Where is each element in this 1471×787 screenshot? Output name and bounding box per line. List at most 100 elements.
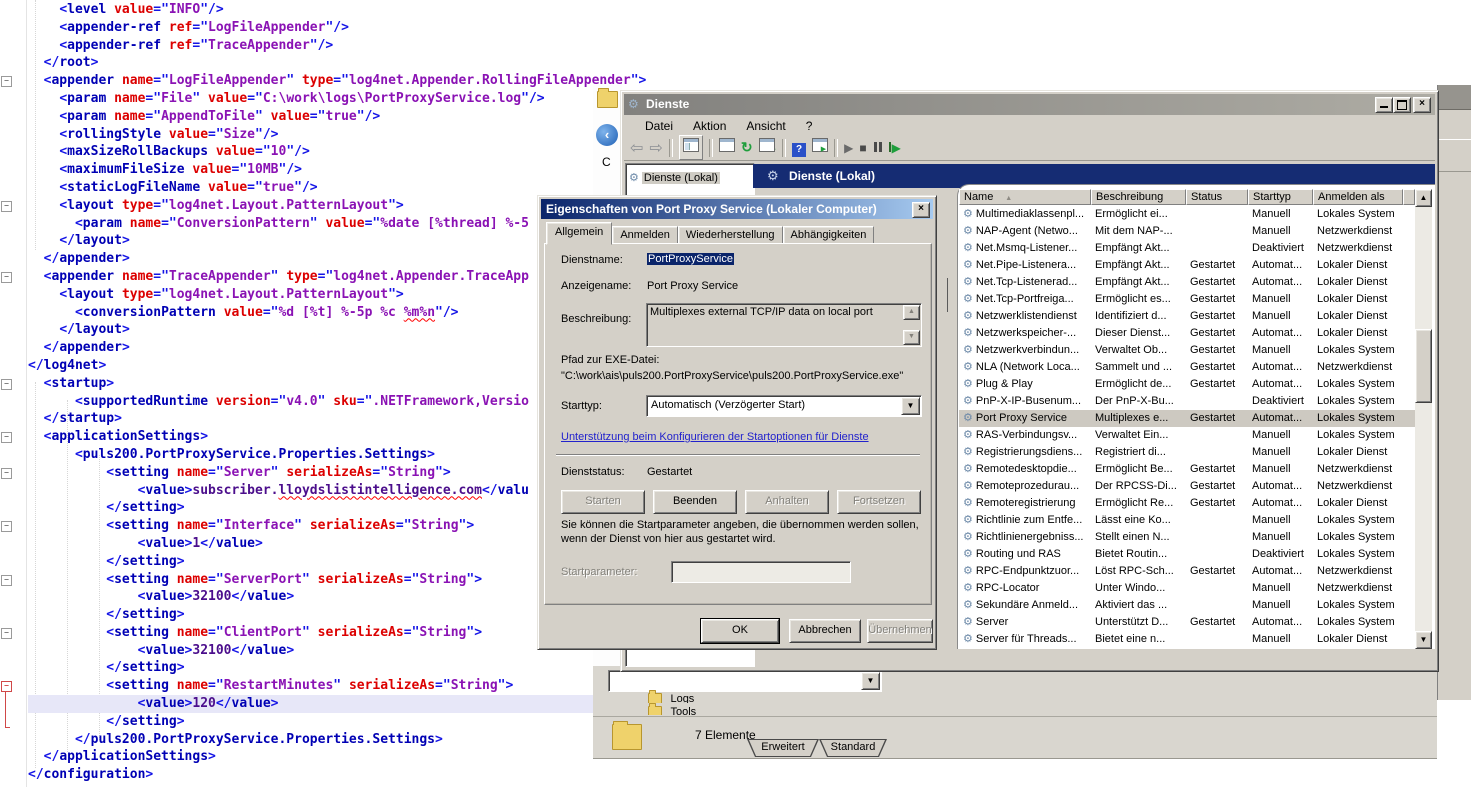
fold-marker-icon[interactable]: − [1, 432, 12, 443]
dialog-tab-wiederherstellung[interactable]: Wiederherstellung [678, 226, 783, 244]
folder-list-item[interactable]: Tools [648, 703, 768, 715]
ok-button[interactable]: OK [701, 619, 779, 643]
services-table[interactable]: ⚙Multimediaklassenpl...Ermöglicht ei...M… [959, 206, 1415, 648]
restart-service-icon[interactable]: ▶ [889, 139, 901, 157]
code-line[interactable]: <maxSizeRollBackups value="10"/> [28, 143, 646, 161]
scroll-down-icon[interactable]: ▼ [1415, 631, 1432, 649]
pause-service-icon[interactable] [873, 139, 883, 157]
service-row[interactable]: ⚙Richtlinie zum Entfe...Lässt eine Ko...… [959, 512, 1415, 529]
console-tree-icon[interactable] [679, 135, 703, 160]
service-row[interactable]: ⚙RPC-LocatorUnter Windo...ManuellNetzwer… [959, 580, 1415, 597]
dialog-tab-allgemein[interactable]: Allgemein [546, 222, 612, 245]
code-line[interactable]: <level value="INFO"/> [28, 1, 646, 19]
beenden-button[interactable]: Beenden [653, 490, 737, 514]
services-table-header[interactable]: Name ▲BeschreibungStatusStarttypAnmelden… [959, 189, 1415, 205]
code-line[interactable]: </configuration> [28, 766, 646, 784]
combo-dropdown-icon[interactable]: ▼ [861, 672, 880, 690]
service-row[interactable]: ⚙Net.Tcp-Portfreiga...Ermöglicht es...Ge… [959, 291, 1415, 308]
close-icon[interactable]: × [1413, 97, 1431, 113]
services-titlebar[interactable]: ⚙ Dienste × [624, 94, 1435, 115]
scrollbar-thumb[interactable] [1415, 329, 1432, 403]
services-scrollbar[interactable]: ▲ ▼ [1415, 189, 1432, 649]
service-row[interactable]: ⚙Remoteprozedurau...Der RPCSS-Di...Gesta… [959, 478, 1415, 495]
extended-view-icon[interactable] [812, 138, 828, 157]
explorer-combobox[interactable]: ▼ [608, 670, 882, 692]
service-row[interactable]: ⚙Net.Msmq-Listener...Empfängt Akt...Deak… [959, 240, 1415, 257]
service-row[interactable]: ⚙Server für Threads...Bietet eine n...Ma… [959, 631, 1415, 648]
service-row[interactable]: ⚙Net.Pipe-Listenera...Empfängt Akt...Ges… [959, 257, 1415, 274]
scroll-up-icon[interactable]: ▲ [903, 305, 920, 320]
code-line[interactable]: <setting name="RestartMinutes" serialize… [28, 677, 646, 695]
fold-marker-icon[interactable]: − [1, 201, 12, 212]
dialog-tab-anmelden[interactable]: Anmelden [612, 226, 678, 244]
dialog-tab-abhngigkeiten[interactable]: Abhängigkeiten [783, 226, 875, 244]
export-list-icon[interactable]: ➜ [759, 138, 777, 157]
service-row[interactable]: ⚙Netzwerkspeicher-...Dieser Dienst...Ges… [959, 325, 1415, 342]
back-icon[interactable]: ⇦ [630, 138, 643, 158]
code-line[interactable]: <value>120</value> [28, 695, 596, 713]
service-row[interactable]: ⚙Netzwerkverbindun...Verwaltet Ob...Gest… [959, 342, 1415, 359]
service-row[interactable]: ⚙RPC-Endpunktzuor...Löst RPC-Sch...Gesta… [959, 563, 1415, 580]
code-line[interactable]: <rollingStyle value="Size"/> [28, 126, 646, 144]
tree-item-dienste-lokal[interactable]: ⚙Dienste (Lokal) [629, 168, 720, 186]
code-line[interactable]: <appender-ref ref="LogFileAppender"/> [28, 19, 646, 37]
start-service-icon[interactable]: ▶ [844, 141, 853, 155]
column-header-anmeldenals[interactable]: Anmelden als [1313, 189, 1403, 205]
column-header-beschreibung[interactable]: Beschreibung [1091, 189, 1186, 205]
column-header-name[interactable]: Name ▲ [959, 189, 1091, 205]
service-row[interactable]: ⚙NLA (Network Loca...Sammelt und ...Gest… [959, 359, 1415, 376]
dialog-titlebar[interactable]: Eigenschaften von Port Proxy Service (Lo… [541, 199, 933, 219]
abbrechen-button[interactable]: Abbrechen [789, 619, 861, 643]
service-row[interactable]: ⚙Richtlinienergebniss...Stellt einen N..… [959, 529, 1415, 546]
fold-marker-icon[interactable]: − [1, 272, 12, 283]
back-button[interactable]: ‹ [596, 124, 618, 146]
service-row[interactable]: ⚙PnP-X-IP-Busenum...Der PnP-X-Bu...Deakt… [959, 393, 1415, 410]
code-line[interactable]: </puls200.PortProxyService.Properties.Se… [28, 731, 646, 749]
code-line[interactable]: </setting> [28, 713, 646, 731]
help-icon[interactable]: ? [792, 139, 806, 157]
close-icon[interactable]: × [912, 202, 930, 218]
fold-marker-icon[interactable]: − [1, 628, 12, 639]
service-row[interactable]: ⚙Sekundäre Anmeld...Aktiviert das ...Man… [959, 597, 1415, 614]
fold-marker-icon[interactable]: − [1, 575, 12, 586]
service-row[interactable]: ⚙RAS-Verbindungsv...Verwaltet Ein...Manu… [959, 427, 1415, 444]
scroll-down-icon[interactable]: ▼ [903, 330, 920, 345]
code-line[interactable]: <appender-ref ref="TraceAppender"/> [28, 37, 646, 55]
code-line[interactable]: <maximumFileSize value="10MB"/> [28, 161, 646, 179]
column-header-status[interactable]: Status [1186, 189, 1248, 205]
service-row[interactable]: ⚙ServerUnterstützt D...GestartetAutomat.… [959, 614, 1415, 631]
beschreibung-box[interactable]: Multiplexes external TCP/IP data on loca… [646, 303, 922, 347]
stop-service-icon[interactable]: ■ [859, 141, 866, 155]
menu-item-?[interactable]: ? [797, 118, 822, 134]
starttyp-combobox[interactable]: Automatisch (Verzögerter Start) ▼ [646, 395, 922, 417]
fold-marker-icon[interactable]: − [1, 76, 12, 87]
code-line[interactable]: <param name="File" value="C:\work\logs\P… [28, 90, 646, 108]
startparameter-input[interactable] [671, 561, 851, 583]
service-row[interactable]: ⚙Multimediaklassenpl...Ermöglicht ei...M… [959, 206, 1415, 223]
code-line[interactable]: <appender name="LogFileAppender" type="l… [28, 72, 646, 90]
service-row[interactable]: ⚙NAP-Agent (Netwo...Mit dem NAP-...Manue… [959, 223, 1415, 240]
refresh-icon[interactable]: ↻ [741, 139, 753, 156]
forward-icon[interactable]: ⇨ [649, 138, 662, 158]
column-header-starttyp[interactable]: Starttyp [1248, 189, 1313, 205]
service-row[interactable]: ⚙Remotedesktopdie...Ermöglicht Be...Gest… [959, 461, 1415, 478]
tab-erweitert[interactable]: Erweitert [747, 739, 819, 757]
properties-icon[interactable] [719, 138, 735, 157]
menu-item-aktion[interactable]: Aktion [684, 118, 735, 134]
tab-standard[interactable]: Standard [819, 739, 887, 757]
code-line[interactable]: </applicationSettings> [28, 748, 646, 766]
code-line[interactable]: </root> [28, 54, 646, 72]
service-row[interactable]: ⚙Plug & PlayErmöglicht de...GestartetAut… [959, 376, 1415, 393]
code-line[interactable]: </setting> [28, 659, 646, 677]
service-row[interactable]: ⚙RemoteregistrierungErmöglicht Re...Gest… [959, 495, 1415, 512]
scroll-up-icon[interactable]: ▲ [1415, 189, 1432, 207]
editor-gutter[interactable]: −−−−−−−−−− [0, 0, 27, 787]
menu-item-datei[interactable]: Datei [636, 118, 682, 134]
service-row[interactable]: ⚙Net.Tcp-Listenerad...Empfängt Akt...Ges… [959, 274, 1415, 291]
code-line[interactable]: <param name="AppendToFile" value="true"/… [28, 108, 646, 126]
startoptions-help-link[interactable]: Unterstützung beim Konfigurieren der Sta… [561, 431, 869, 443]
service-row[interactable]: ⚙NetzwerklistendienstIdentifiziert d...G… [959, 308, 1415, 325]
service-row[interactable]: ⚙Port Proxy ServiceMultiplexes e...Gesta… [959, 410, 1415, 427]
folder-list-item[interactable]: Logs [648, 690, 768, 703]
service-row[interactable]: ⚙Registrierungsdiens...Registriert di...… [959, 444, 1415, 461]
